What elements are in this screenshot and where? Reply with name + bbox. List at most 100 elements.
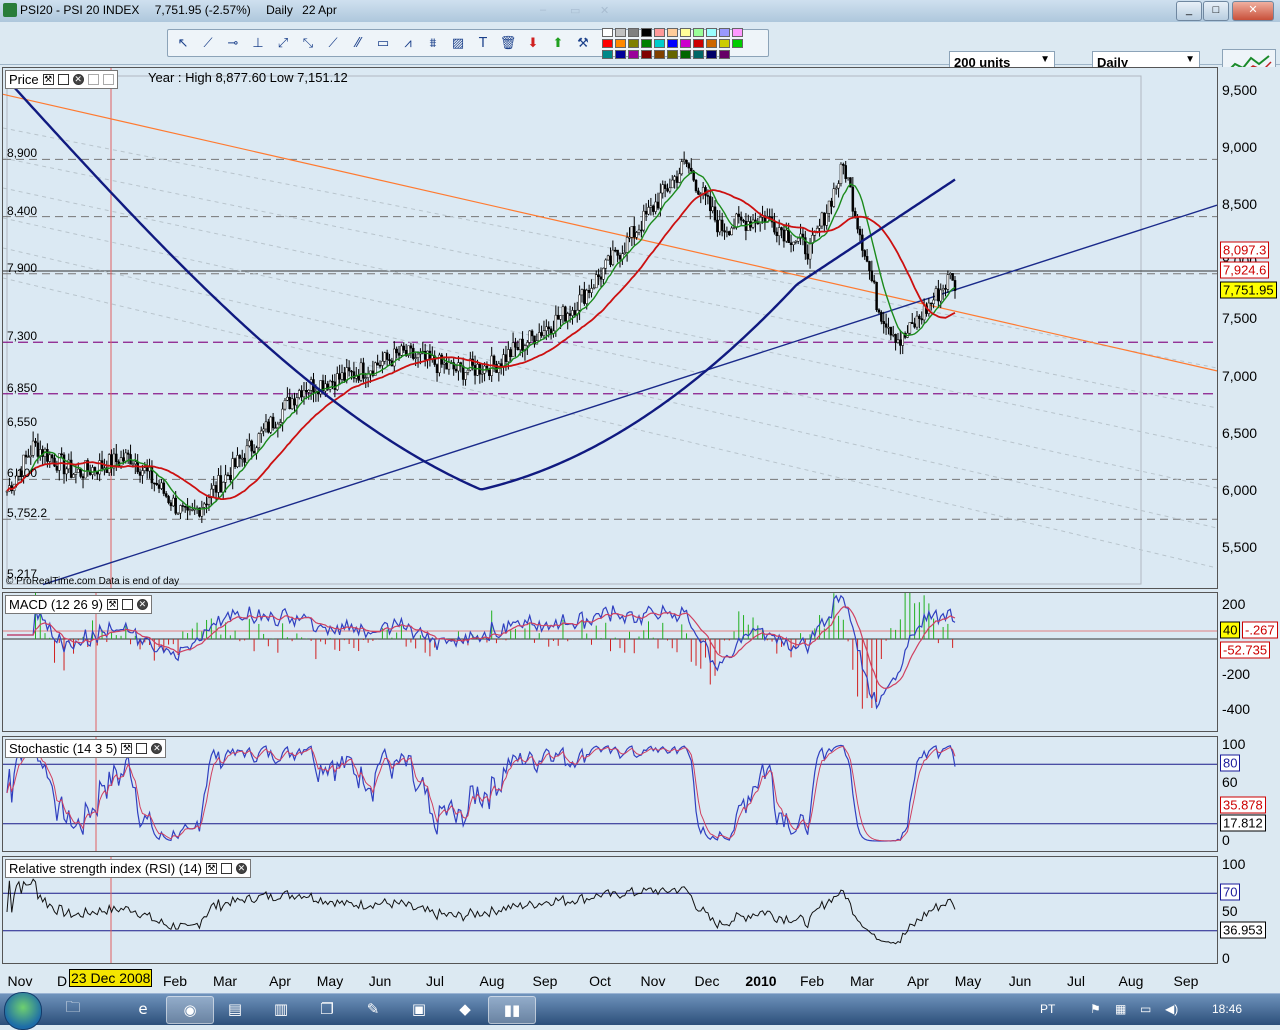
candle-body <box>169 502 173 507</box>
app-taskbar-icon[interactable]: ▣ <box>396 996 442 1022</box>
candle-body <box>428 350 432 360</box>
channel-icon[interactable]: ⤡ <box>297 32 319 54</box>
flag-icon[interactable]: ⚑ <box>1090 1002 1101 1016</box>
pdf-taskbar-icon[interactable]: ◆ <box>442 996 488 1022</box>
window-icon[interactable] <box>136 743 148 754</box>
vertical-line-icon[interactable]: ⊥ <box>247 32 269 54</box>
horizontal-line-icon[interactable]: ⊸ <box>222 32 244 54</box>
color-swatch[interactable] <box>680 49 691 59</box>
price-badge: 8,097.3 <box>1220 241 1270 259</box>
close-icon[interactable]: ✕ <box>235 863 247 874</box>
color-swatch[interactable] <box>641 49 652 59</box>
color-swatch[interactable] <box>693 38 704 48</box>
color-swatch[interactable] <box>628 27 639 37</box>
wrench-icon[interactable]: ⚒ <box>121 743 133 754</box>
window-icon[interactable] <box>57 74 69 85</box>
color-swatch[interactable] <box>667 27 678 37</box>
color-swatch[interactable] <box>615 38 626 48</box>
close-icon[interactable]: ✕ <box>136 599 148 610</box>
color-swatch[interactable] <box>706 27 717 37</box>
candle-body <box>286 396 289 401</box>
color-swatch[interactable] <box>602 38 613 48</box>
window-icon[interactable] <box>220 863 232 874</box>
color-swatch[interactable] <box>693 49 704 59</box>
color-swatch[interactable] <box>641 27 652 37</box>
minimize-button[interactable]: _ <box>1176 1 1202 21</box>
network-icon[interactable]: ▦ <box>1115 1002 1126 1016</box>
candle-body <box>844 165 847 179</box>
color-swatch[interactable] <box>615 49 626 59</box>
candle-body <box>359 362 363 381</box>
color-swatch[interactable] <box>667 38 678 48</box>
extended-line-icon[interactable]: ⟋ <box>322 32 344 54</box>
color-swatch[interactable] <box>654 27 665 37</box>
color-swatch[interactable] <box>693 27 704 37</box>
x-tick-label: Feb <box>799 973 825 989</box>
candle-body <box>723 230 726 233</box>
color-swatch[interactable] <box>719 49 730 59</box>
fan-icon[interactable]: ⩘ <box>397 32 419 54</box>
color-swatch[interactable] <box>680 38 691 48</box>
clock[interactable]: 18:46 <box>1212 1002 1242 1016</box>
up-arrow-icon[interactable]: ⬆ <box>547 32 569 54</box>
trash-icon[interactable]: 🗑 <box>497 32 519 54</box>
chrome-taskbar-icon[interactable]: ◉ <box>166 996 214 1024</box>
candle-body <box>880 311 883 322</box>
copy-icon[interactable] <box>87 74 99 85</box>
monitor-icon[interactable]: ▭ <box>1140 1002 1151 1016</box>
pointer-icon[interactable]: ↖ <box>172 32 194 54</box>
color-swatch[interactable] <box>706 49 717 59</box>
candle-body <box>739 216 743 221</box>
color-swatch[interactable] <box>628 38 639 48</box>
color-swatch[interactable] <box>732 38 743 48</box>
ruler-icon[interactable]: ⟋ <box>197 32 219 54</box>
candle-body <box>913 323 916 328</box>
fibonacci-icon[interactable]: ⩩ <box>422 32 444 54</box>
color-swatch[interactable] <box>602 49 613 59</box>
close-icon[interactable]: ✕ <box>151 743 163 754</box>
wrench-icon[interactable]: ⚒ <box>205 863 217 874</box>
close-button[interactable]: ✕ <box>1232 1 1274 21</box>
prorealtime-taskbar-icon[interactable]: ▮▮ <box>488 996 536 1024</box>
paste-icon[interactable] <box>102 74 114 85</box>
color-swatch[interactable] <box>602 27 613 37</box>
color-swatch[interactable] <box>719 38 730 48</box>
maximize-button[interactable]: □ <box>1203 1 1229 21</box>
wrench-icon[interactable]: ⚒ <box>106 599 118 610</box>
color-swatch[interactable] <box>615 27 626 37</box>
trend-line-icon[interactable]: ⤢ <box>272 32 294 54</box>
rectangle-icon[interactable]: ▭ <box>372 32 394 54</box>
color-swatch[interactable] <box>667 49 678 59</box>
language-indicator[interactable]: PT <box>1040 1002 1055 1016</box>
parallel-line-icon[interactable]: ⁄⁄ <box>347 32 369 54</box>
volume-icon[interactable]: ◀) <box>1165 1002 1178 1016</box>
wrench-icon[interactable]: ⚒ <box>42 74 54 85</box>
internet-explorer-taskbar-icon[interactable]: e <box>120 996 166 1022</box>
color-swatch[interactable] <box>641 38 652 48</box>
color-swatch[interactable] <box>628 49 639 59</box>
candle-body <box>233 458 237 468</box>
close-icon[interactable]: ✕ <box>72 74 84 85</box>
color-swatch[interactable] <box>654 38 665 48</box>
files-taskbar-icon[interactable]: ❐ <box>304 996 350 1022</box>
text-icon[interactable]: T <box>472 32 494 54</box>
color-swatch[interactable] <box>706 38 717 48</box>
candle-body <box>480 372 484 375</box>
color-swatch[interactable] <box>732 27 743 37</box>
color-swatch[interactable] <box>680 27 691 37</box>
explorer-taskbar-icon[interactable]: 🗀 <box>50 996 96 1022</box>
settings-icon[interactable]: ⚒ <box>572 32 594 54</box>
down-arrow-icon[interactable]: ⬇ <box>522 32 544 54</box>
candle-body <box>680 161 684 175</box>
tool-taskbar-icon[interactable]: ✎ <box>350 996 396 1022</box>
candle-body <box>934 288 938 301</box>
start-button[interactable] <box>4 992 42 1030</box>
window-icon[interactable] <box>121 599 133 610</box>
color-swatch[interactable] <box>719 27 730 37</box>
gann-icon[interactable]: ▨ <box>447 32 469 54</box>
document-taskbar-icon[interactable]: ▥ <box>258 996 304 1022</box>
color-swatch[interactable] <box>654 49 665 59</box>
candle-body <box>599 276 603 280</box>
notepad-taskbar-icon[interactable]: ▤ <box>212 996 258 1022</box>
stochastic-badge: 80 <box>1220 754 1241 772</box>
